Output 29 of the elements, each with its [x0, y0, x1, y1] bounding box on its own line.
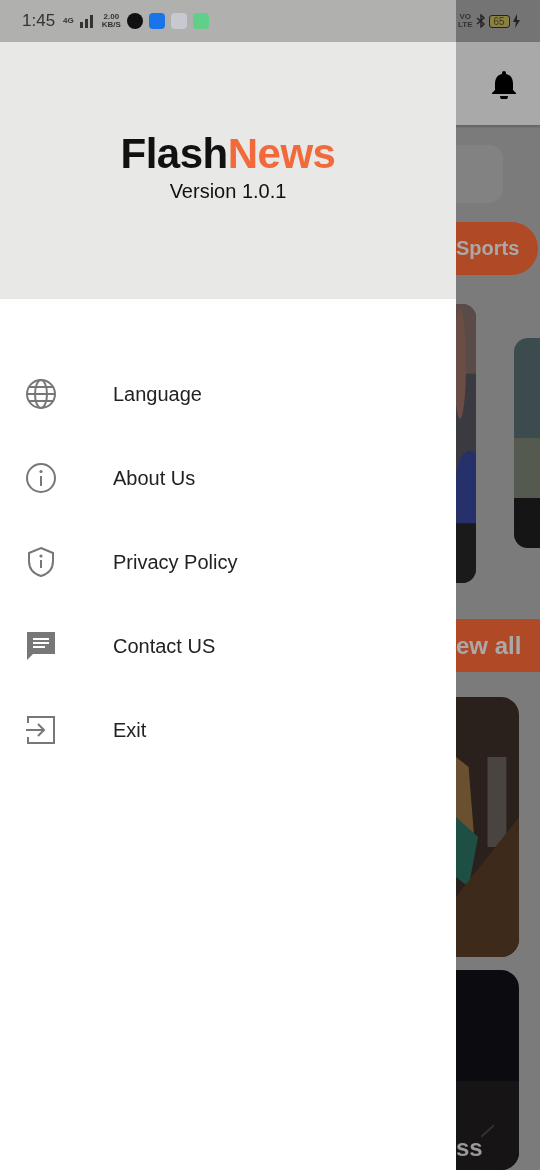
info-icon — [24, 461, 58, 495]
speed-unit: KB/S — [101, 21, 121, 29]
drawer-menu-item[interactable]: Exit — [0, 688, 456, 772]
drawer-menu-item[interactable]: Contact US — [0, 604, 456, 688]
status-time: 1:45 — [22, 11, 56, 31]
battery-level: 65 — [488, 14, 510, 28]
app-icon — [148, 13, 165, 29]
network-type: 4G — [63, 17, 74, 25]
app-icon — [192, 13, 209, 29]
app-icon — [126, 13, 143, 29]
bluetooth-icon — [475, 14, 486, 28]
notification-bell-icon[interactable] — [490, 68, 518, 99]
message-icon — [24, 629, 58, 663]
brand-logo-text: Flash — [120, 130, 228, 178]
signal-icon — [79, 14, 96, 28]
card-title: ss — [456, 1134, 483, 1162]
volte-label: VO — [459, 13, 472, 21]
search-field[interactable] — [456, 145, 503, 203]
drawer-menu-item[interactable]: Language — [0, 352, 456, 436]
drawer-menu-item[interactable]: Privacy Policy — [0, 520, 456, 604]
charging-icon — [512, 14, 520, 28]
globe-icon — [24, 377, 58, 411]
app-icon — [170, 13, 187, 29]
speed-value: 2.00 — [103, 13, 120, 21]
exit-icon — [24, 713, 58, 747]
volte-label: LTE — [458, 21, 473, 29]
version-text: Version 1.0.1 — [169, 180, 287, 203]
brand-logo-text: News — [227, 130, 336, 178]
drawer-menu-item[interactable]: About Us — [0, 436, 456, 520]
